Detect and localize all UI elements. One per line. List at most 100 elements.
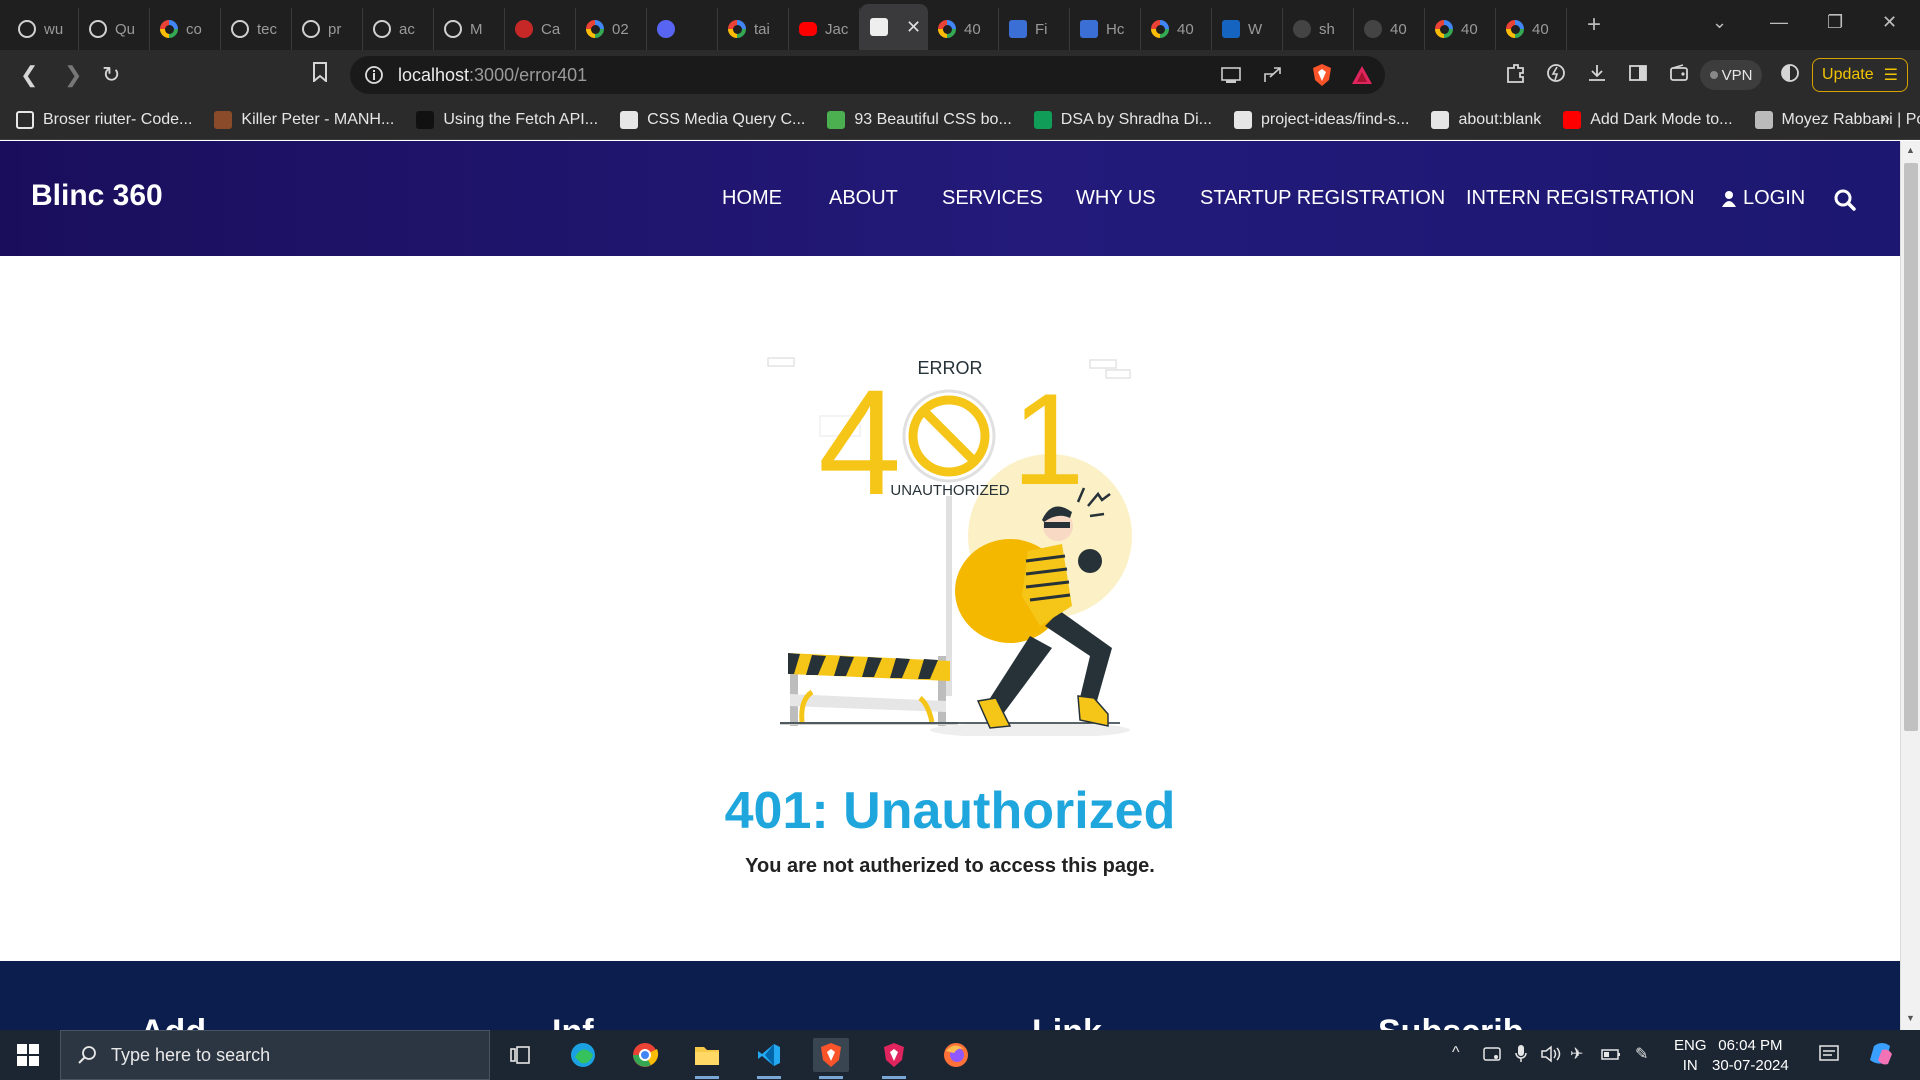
notifications-icon[interactable] [1818,1044,1840,1069]
bookmark-item[interactable]: CSS Media Query C... [620,110,805,129]
browser-tab[interactable]: Jac [789,8,860,50]
share-icon[interactable] [1262,65,1284,90]
url-text[interactable]: localhost:3000/error401 [398,65,587,86]
bookmark-item[interactable]: Broser riuter- Code... [16,110,192,129]
sidebar-icon[interactable] [1627,62,1649,90]
bookmark-item[interactable]: about:blank [1431,110,1541,129]
page-scrollbar[interactable]: ▲ ▼ [1900,141,1920,1030]
pen-icon[interactable]: ✎ [1635,1044,1648,1064]
browser-tab[interactable]: sh [1283,8,1354,50]
close-window-button[interactable]: ✕ [1882,12,1897,33]
footer-heading-address: Add [140,1013,206,1030]
bookmark-label: 93 Beautiful CSS bo... [854,110,1012,128]
file-explorer-icon[interactable] [689,1038,725,1079]
browser-tab[interactable]: 02 [576,8,647,50]
close-tab-icon[interactable]: ✕ [906,17,921,38]
tab-label: ac [399,20,415,38]
browser-tab[interactable]: W [1212,8,1283,50]
show-hidden-icons-icon[interactable]: ^ [1452,1044,1460,1062]
google-icon [1435,20,1453,38]
bookmark-item[interactable]: project-ideas/find-s... [1233,110,1409,129]
browser-tab[interactable]: M [434,8,505,50]
firefox-icon[interactable] [938,1038,974,1072]
bookmark-item[interactable]: Add Dark Mode to... [1563,110,1733,129]
browser-tab[interactable]: tec [221,8,292,50]
brave-shields-icon[interactable] [1310,62,1334,93]
taskbar-search-box[interactable]: Type here to search [60,1030,490,1080]
tab-active[interactable]: ✕ [860,4,928,50]
browser-tab[interactable]: ac [363,8,434,50]
browser-tab[interactable]: pr [292,8,363,50]
chrome-icon[interactable] [627,1038,663,1072]
bookmark-item[interactable]: Moyez Rabbani | Po... [1754,110,1920,129]
cast-icon[interactable] [1220,65,1242,90]
bookmark-item[interactable]: DSA by Shradha Di... [1033,110,1212,129]
vpn-button[interactable]: VPN [1700,60,1762,90]
scroll-down-icon[interactable]: ▼ [1906,1013,1915,1023]
discord-icon [657,20,675,38]
bookmark-icon[interactable] [312,62,328,88]
airplane-mode-icon[interactable]: ✈ [1570,1044,1583,1064]
theme-icon[interactable] [1779,62,1801,90]
scrollbar-thumb[interactable] [1904,163,1918,731]
download-icon[interactable] [1586,62,1608,90]
tab-label: M [470,20,483,38]
task-view-icon[interactable] [502,1038,538,1072]
browser-tab[interactable]: 40 [1496,8,1567,50]
nav-link-startup-registration[interactable]: STARTUP REGISTRATION [1200,187,1445,210]
browser-tab[interactable]: 40 [928,8,999,50]
tab-search-icon[interactable]: ⌄ [1712,12,1727,33]
browser-tab[interactable] [647,8,718,50]
update-button[interactable]: Update ☰ [1812,58,1908,92]
microphone-icon[interactable] [1514,1044,1528,1069]
nav-link-services[interactable]: SERVICES [942,187,1043,210]
browser-tab[interactable]: wu [8,8,79,50]
bookmark-item[interactable]: 93 Beautiful CSS bo... [827,110,1012,129]
browser-tab[interactable]: 40 [1425,8,1496,50]
login-link[interactable]: LOGIN [1721,187,1805,210]
more-bookmarks-icon[interactable]: » [1880,108,1890,129]
address-bar[interactable]: localhost:3000/error401 [350,56,1385,94]
extensions-icon[interactable] [1504,62,1526,90]
browser-tab[interactable]: 40 [1141,8,1212,50]
volume-icon[interactable] [1540,1044,1562,1069]
forward-icon[interactable]: ❯ [64,62,82,88]
brave-beta-icon[interactable] [876,1038,912,1079]
taskbar-clock[interactable]: 06:04 PM 30-07-2024 [1712,1036,1789,1076]
brave-rewards-icon[interactable] [1350,64,1374,91]
nav-link-intern-registration[interactable]: INTERN REGISTRATION [1466,187,1695,210]
browser-tab[interactable]: Fi [999,8,1070,50]
minimize-button[interactable]: — [1770,12,1788,33]
browser-tab[interactable]: Qu [79,8,150,50]
browser-tab[interactable]: tai [718,8,789,50]
menu-icon: ☰ [1883,67,1898,84]
leo-ai-icon[interactable] [1545,62,1567,90]
browser-tab[interactable]: 40 [1354,8,1425,50]
wallet-icon[interactable] [1668,62,1690,90]
login-label: LOGIN [1743,187,1806,209]
reload-icon[interactable]: ↻ [102,62,120,88]
scroll-up-icon[interactable]: ▲ [1906,145,1915,155]
windows-taskbar: Type here to search ^ ✈ ✎ ENG IN 06:04 P… [0,1030,1920,1080]
search-icon[interactable] [1834,189,1856,216]
back-icon[interactable]: ❮ [20,62,38,88]
browser-tab[interactable]: Hc [1070,8,1141,50]
browser-tab[interactable]: Ca [505,8,576,50]
nav-link-about[interactable]: ABOUT [829,187,898,210]
restore-button[interactable]: ❐ [1827,12,1843,33]
edge-icon[interactable] [565,1038,601,1072]
language-indicator[interactable]: ENG IN [1674,1036,1707,1076]
copilot-icon[interactable] [1868,1040,1896,1073]
new-tab-button[interactable]: + [1587,11,1601,39]
site-info-icon[interactable] [364,65,384,90]
vscode-icon[interactable] [751,1038,787,1079]
browser-tab[interactable]: co [150,8,221,50]
bookmark-item[interactable]: Using the Fetch API... [416,110,598,129]
network-drive-icon[interactable] [1482,1044,1502,1069]
brave-icon[interactable] [813,1038,849,1079]
windows-start-button[interactable] [17,1044,39,1066]
nav-link-why-us[interactable]: WHY US [1076,187,1156,210]
nav-link-home[interactable]: HOME [722,187,782,210]
bookmark-item[interactable]: Killer Peter - MANH... [214,110,394,129]
battery-icon[interactable] [1600,1044,1622,1069]
